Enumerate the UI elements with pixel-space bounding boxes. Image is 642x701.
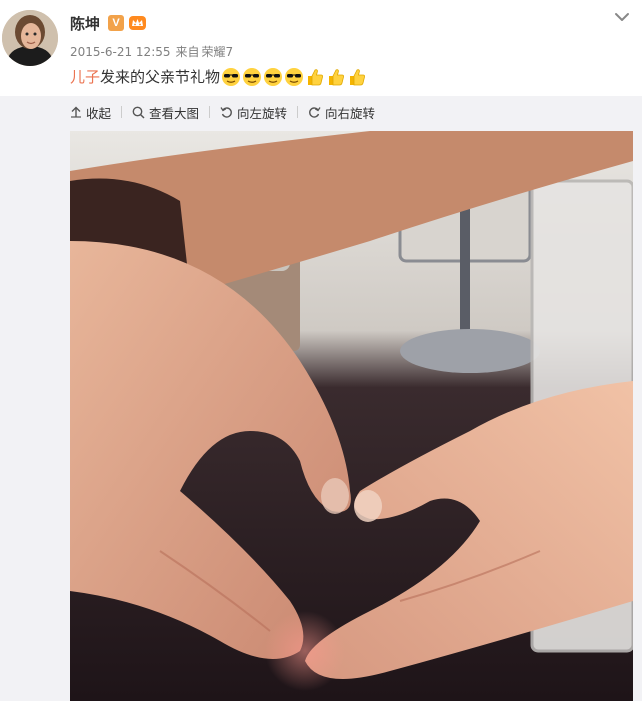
rotate-right-button[interactable]: 向右旋转 [308,103,375,122]
post-mention[interactable]: 儿子 [70,66,100,87]
cool-emoji-icon [264,67,283,86]
view-large-label: 查看大图 [149,105,200,121]
arrow-up-icon [71,106,81,118]
heart-hands-photo [70,131,633,701]
post-body-text: 发来的父亲节礼物 [100,68,221,86]
post-photo[interactable] [70,131,633,701]
verified-badge[interactable]: V [108,15,124,31]
rotate-right-icon [309,106,321,118]
post-text: 儿子 发来的父亲节礼物 [70,66,367,87]
collapse-button[interactable]: 收起 [70,103,111,122]
collapse-label: 收起 [86,105,112,121]
toolbar-divider [121,106,123,118]
chevron-down-icon[interactable] [613,8,631,26]
from-label: 来自 [175,45,200,59]
rotate-left-icon [220,106,232,118]
post-client[interactable]: 荣耀7 [202,45,234,59]
rotate-left-button[interactable]: 向左旋转 [220,103,287,122]
post-timestamp[interactable]: 2015-6-21 12:55 [70,45,171,59]
avatar[interactable] [2,10,58,66]
toolbar-divider [297,106,299,118]
rotate-left-label: 向左旋转 [237,105,288,121]
avatar-image [2,10,58,66]
post-meta: 2015-6-21 12:55 来自 荣耀7 [70,43,233,60]
cool-emoji-icon [285,67,304,86]
thumbs-up-emoji-icon [308,68,324,85]
cool-emoji-icon [243,67,262,86]
view-large-button[interactable]: 查看大图 [132,103,199,122]
rotate-right-label: 向右旋转 [325,105,376,121]
cool-emoji-icon [222,67,241,86]
toolbar-divider [209,106,211,118]
thumbs-up-emoji-icon [329,68,345,85]
thumbs-up-emoji-icon [350,68,366,85]
author-name[interactable]: 陈坤 [70,13,100,34]
post-header: 陈坤 V 2015-6-21 12:55 来自 荣耀7 儿子 发来的父亲节礼物 [0,0,642,96]
media-toolbar: 收起 查看大图 向左旋转 向右旋转 [70,103,375,121]
member-crown-icon[interactable] [128,13,147,32]
search-icon [132,106,145,119]
